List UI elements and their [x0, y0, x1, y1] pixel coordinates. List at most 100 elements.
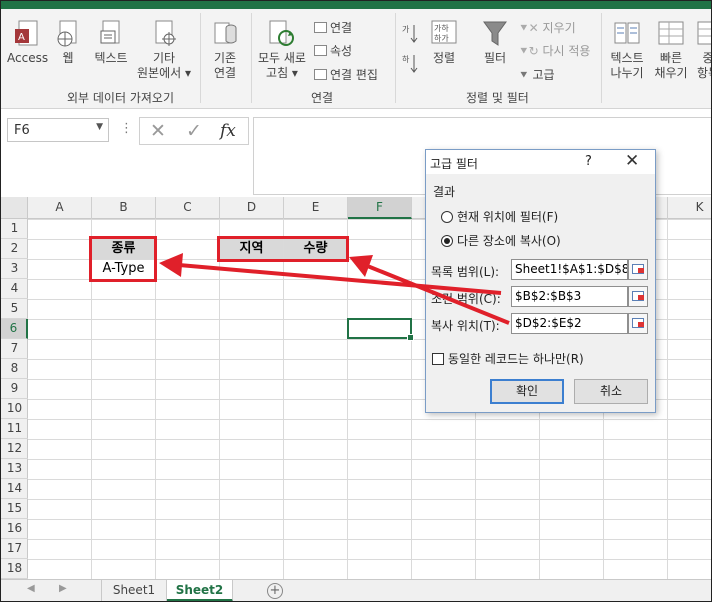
svg-text:A: A [18, 32, 25, 43]
add-sheet-icon[interactable]: + [267, 583, 283, 599]
row-header-3[interactable]: 3 [1, 259, 28, 279]
copy-to-collapse-button[interactable] [628, 313, 648, 334]
sort-descending-button[interactable]: 하 [399, 53, 421, 77]
flash-fill-label-2: 채우기 [654, 66, 688, 80]
svg-text:가하: 가하 [434, 23, 449, 33]
web-label: 웹 [62, 51, 74, 65]
row-header-5[interactable]: 5 [1, 299, 28, 319]
filter-in-place-radio[interactable] [441, 211, 453, 223]
text-to-columns-button[interactable]: 텍스트 나누기 [605, 19, 649, 81]
column-header-k[interactable]: K [668, 197, 711, 219]
ribbon-tab-strip [1, 1, 711, 9]
filter-in-place-option[interactable]: 현재 위치에 필터(F) [441, 208, 558, 225]
web-button[interactable]: 웹 [53, 19, 83, 66]
row-header-8[interactable]: 8 [1, 359, 28, 379]
column-header-b[interactable]: B [92, 197, 156, 219]
help-icon[interactable]: ? [585, 154, 592, 169]
close-icon[interactable]: ✕ [625, 151, 639, 171]
row-header-16[interactable]: 16 [1, 519, 28, 539]
column-header-f[interactable]: F [348, 197, 412, 219]
row-header-12[interactable]: 12 [1, 439, 28, 459]
advanced-filter-label: 고급 [532, 68, 555, 82]
row-header-17[interactable]: 17 [1, 539, 28, 559]
other-sources-label-2: 원본에서 ▾ [137, 66, 191, 80]
cancel-icon[interactable]: ✕ [150, 120, 166, 142]
row-header-4[interactable]: 4 [1, 279, 28, 299]
ok-button[interactable]: 확인 [490, 379, 564, 404]
sheet-prev-icon[interactable]: ◀ [27, 583, 35, 594]
active-cell-f6[interactable] [347, 318, 414, 341]
reapply-button[interactable]: ⯆↻ 다시 적용 [519, 42, 590, 59]
access-button[interactable]: A Access [7, 19, 48, 66]
criteria-range-field[interactable]: $B$2:$B$3 [511, 286, 628, 307]
advanced-filter-button[interactable]: ⯆ 고급 [519, 66, 555, 83]
range-select-icon [632, 318, 644, 328]
text-source-button[interactable]: 텍스트 [89, 19, 133, 66]
row-header-15[interactable]: 15 [1, 499, 28, 519]
access-icon: A [15, 20, 38, 46]
row-header-9[interactable]: 9 [1, 379, 28, 399]
clear-filter-button[interactable]: ⯆✕ 지우기 [519, 19, 576, 36]
insert-function-icon[interactable]: fx [220, 121, 236, 141]
filter-button[interactable]: 필터 [477, 19, 513, 66]
column-header-e[interactable]: E [284, 197, 348, 219]
column-header-a[interactable]: A [28, 197, 92, 219]
sheet-tab-bar: ◀ ▶ Sheet1 Sheet2 + [1, 579, 711, 601]
svg-text:가: 가 [402, 25, 410, 34]
range-select-icon [632, 291, 644, 301]
connections-button[interactable]: 연결 [314, 19, 352, 36]
row-header-2[interactable]: 2 [1, 239, 28, 259]
name-box-dropdown-icon[interactable]: ▼ [96, 122, 103, 132]
name-box[interactable]: F6 ▼ [7, 118, 109, 142]
sort-dialog-icon: 가하하가 [431, 20, 457, 44]
refresh-all-button[interactable]: 모두 새로 고침 ▾ [254, 19, 310, 81]
row-header-18[interactable]: 18 [1, 559, 28, 579]
filter-funnel-icon [483, 21, 507, 46]
remove-duplicates-label-1: 중 [702, 51, 711, 65]
column-header-d[interactable]: D [220, 197, 284, 219]
reapply-icon: ⯆↻ [519, 44, 539, 58]
cancel-button[interactable]: 취소 [574, 379, 648, 404]
row-header-7[interactable]: 7 [1, 339, 28, 359]
flash-fill-icon [658, 21, 684, 45]
other-sources-label-1: 기타 [152, 51, 176, 65]
row-header-1[interactable]: 1 [1, 219, 28, 239]
unique-records-option[interactable]: 동일한 레코드는 하나만(R) [432, 350, 584, 367]
row-header-13[interactable]: 13 [1, 459, 28, 479]
existing-connections-button[interactable]: 기존 연결 [203, 19, 247, 81]
edit-links-button[interactable]: 연결 편집 [314, 66, 378, 83]
copy-to-field[interactable]: $D$2:$E$2 [511, 313, 628, 334]
edit-links-label: 연결 편집 [330, 68, 378, 82]
enter-icon[interactable]: ✓ [186, 120, 202, 142]
criteria-range-collapse-button[interactable] [628, 286, 648, 307]
copy-to-other-radio[interactable] [441, 235, 453, 247]
edit-links-icon [314, 69, 327, 80]
sort-button[interactable]: 가하 하가 정렬 [425, 19, 463, 66]
properties-button[interactable]: 속성 [314, 42, 352, 59]
sort-ascending-button[interactable]: 가 [399, 23, 421, 47]
sheet-tab-sheet2[interactable]: Sheet2 [167, 580, 233, 601]
formula-bar-grip-icon: ⋮ [120, 121, 133, 136]
other-sources-button[interactable]: 기타 원본에서 ▾ [135, 19, 193, 81]
column-header-c[interactable]: C [156, 197, 220, 219]
select-all-corner[interactable] [1, 197, 28, 219]
unique-records-checkbox[interactable] [432, 353, 444, 365]
copy-to-other-label: 다른 장소에 복사(O) [457, 234, 561, 248]
remove-duplicates-button[interactable]: 중 항목 [693, 19, 711, 81]
remove-duplicates-icon [697, 21, 711, 45]
row-header-14[interactable]: 14 [1, 479, 28, 499]
row-header-11[interactable]: 11 [1, 419, 28, 439]
row-header-6[interactable]: 6 [1, 319, 28, 339]
list-range-collapse-button[interactable] [628, 259, 648, 280]
sheet-tab-sheet1[interactable]: Sheet1 [101, 580, 167, 601]
flash-fill-button[interactable]: 빠른 채우기 [651, 19, 691, 81]
sheet-next-icon[interactable]: ▶ [59, 583, 67, 594]
web-icon [57, 20, 77, 47]
row-header-10[interactable]: 10 [1, 399, 28, 419]
text-to-columns-label-2: 나누기 [610, 66, 644, 80]
excel-window: A Access 웹 텍스트 기타 원본에서 ▾ 기존 연결 모두 새로 고침 … [0, 0, 712, 602]
list-range-field[interactable]: Sheet1!$A$1:$D$8 [511, 259, 628, 280]
copy-to-other-option[interactable]: 다른 장소에 복사(O) [441, 232, 561, 249]
clear-filter-icon: ⯆✕ [519, 21, 539, 35]
connections-icon [314, 22, 327, 33]
